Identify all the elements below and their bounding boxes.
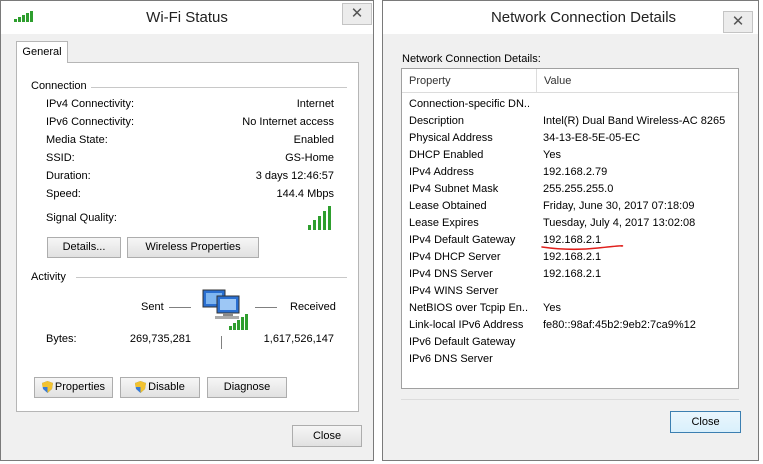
list-item[interactable]: Link-local IPv6 Address fe80::98af:45b2:9… xyxy=(402,317,738,334)
window-title: Wi-Fi Status xyxy=(146,9,228,26)
value-cell: 34-13-E8-5E-05-EC xyxy=(543,132,641,144)
property-cell: IPv4 Subnet Mask xyxy=(409,183,499,195)
property-cell: Lease Expires xyxy=(409,217,479,229)
column-header-property[interactable]: Property xyxy=(402,69,537,93)
ssid-label: SSID: xyxy=(46,152,75,164)
connection-divider xyxy=(91,87,347,88)
connection-group-label: Connection xyxy=(31,80,91,92)
network-details-titlebar: Network Connection Details ✕ xyxy=(383,1,758,34)
speed-label: Speed: xyxy=(46,188,81,200)
property-cell: IPv4 Default Gateway xyxy=(409,234,516,246)
details-button[interactable]: Details... xyxy=(47,237,121,258)
ipv6-connectivity-value: No Internet access xyxy=(242,116,334,128)
property-cell: Physical Address xyxy=(409,132,493,144)
network-computers-icon xyxy=(202,289,248,330)
value-cell: Tuesday, July 4, 2017 13:02:08 xyxy=(543,217,696,229)
value-cell: Friday, June 30, 2017 07:18:09 xyxy=(543,200,695,212)
property-cell: IPv4 Address xyxy=(409,166,474,178)
column-header-value-label: Value xyxy=(544,75,572,87)
tab-general[interactable]: General xyxy=(16,41,68,63)
property-cell: NetBIOS over Tcpip En... xyxy=(409,302,529,314)
property-cell: IPv4 WINS Server xyxy=(409,285,499,297)
bytes-received-value: 1,617,526,147 xyxy=(263,333,334,345)
duration-value: 3 days 12:46:57 xyxy=(255,170,334,182)
close-button[interactable]: Close xyxy=(670,411,741,433)
property-cell: IPv4 DNS Server xyxy=(409,268,493,280)
ipv4-connectivity-label: IPv4 Connectivity: xyxy=(46,98,135,110)
activity-divider xyxy=(76,277,347,278)
speed-value: 144.4 Mbps xyxy=(276,188,334,200)
close-button[interactable]: Close xyxy=(292,425,362,447)
wifi-status-window: Wi-Fi Status ✕ General Connection IPv4 C… xyxy=(0,0,374,461)
property-cell: Description xyxy=(409,115,465,127)
properties-button-label: Properties xyxy=(54,381,106,393)
property-cell: Lease Obtained xyxy=(409,200,487,212)
properties-button[interactable]: Properties xyxy=(34,377,113,398)
list-item[interactable]: IPv6 Default Gateway xyxy=(402,334,738,351)
value-cell: Intel(R) Dual Band Wireless-AC 8265 xyxy=(543,115,726,127)
property-cell: Connection-specific DN... xyxy=(409,98,529,110)
value-cell: 255.255.255.0 xyxy=(543,183,614,195)
sent-line xyxy=(169,307,191,308)
shield-icon xyxy=(41,381,53,394)
received-label: Received xyxy=(290,301,336,313)
signal-quality-label: Signal Quality: xyxy=(46,212,117,224)
ssid-value: GS-Home xyxy=(285,152,334,164)
media-state-value: Enabled xyxy=(293,134,334,146)
duration-label: Duration: xyxy=(46,170,91,182)
bytes-label: Bytes: xyxy=(46,333,77,345)
signal-quality-icon xyxy=(308,206,331,230)
wireless-properties-button[interactable]: Wireless Properties xyxy=(127,237,259,258)
close-icon[interactable]: ✕ xyxy=(723,11,753,33)
list-item[interactable]: IPv4 Subnet Mask 255.255.255.0 xyxy=(402,181,738,198)
property-cell: IPv4 DHCP Server xyxy=(409,251,501,263)
list-item[interactable]: NetBIOS over Tcpip En... Yes xyxy=(402,300,738,317)
activity-group-label: Activity xyxy=(31,271,70,283)
list-item[interactable]: IPv6 DNS Server xyxy=(402,351,738,368)
tab-general-label: General xyxy=(22,46,62,58)
column-header-value[interactable]: Value xyxy=(537,69,738,93)
value-cell: Yes xyxy=(543,302,561,314)
sent-label: Sent xyxy=(141,301,164,313)
column-header-property-label: Property xyxy=(409,75,451,87)
value-cell: 192.168.2.79 xyxy=(543,166,608,178)
media-state-label: Media State: xyxy=(46,134,108,146)
list-item[interactable]: Lease Expires Tuesday, July 4, 2017 13:02… xyxy=(402,215,738,232)
list-item[interactable]: DHCP Enabled Yes xyxy=(402,147,738,164)
list-item[interactable]: Description Intel(R) Dual Band Wireless-A… xyxy=(402,113,738,130)
list-item[interactable]: IPv4 WINS Server xyxy=(402,283,738,300)
disable-button-label: Disable xyxy=(148,381,185,393)
value-cell: 192.168.2.1 xyxy=(543,268,602,280)
wifi-status-titlebar: Wi-Fi Status ✕ xyxy=(1,1,373,34)
property-cell: IPv6 DNS Server xyxy=(409,353,493,365)
gateway-underline-annotation xyxy=(541,244,624,251)
diagnose-button[interactable]: Diagnose xyxy=(207,377,287,398)
network-details-window: Network Connection Details ✕ Network Con… xyxy=(382,0,759,461)
list-item[interactable]: Connection-specific DN... xyxy=(402,96,738,113)
value-cell: Yes xyxy=(543,149,561,161)
value-cell: fe80::98af:45b2:9eb2:7ca9%12 xyxy=(543,319,696,331)
footer-divider xyxy=(401,399,739,400)
ipv6-connectivity-label: IPv6 Connectivity: xyxy=(46,116,135,128)
disable-button[interactable]: Disable xyxy=(120,377,200,398)
details-section-label: Network Connection Details: xyxy=(402,53,541,65)
property-cell: DHCP Enabled xyxy=(409,149,484,161)
shield-icon xyxy=(135,381,147,394)
list-item[interactable]: Physical Address 34-13-E8-5E-05-EC xyxy=(402,130,738,147)
ipv4-connectivity-value: Internet xyxy=(296,98,334,110)
property-cell: IPv6 Default Gateway xyxy=(409,336,516,348)
list-item[interactable]: IPv4 DNS Server 192.168.2.1 xyxy=(402,266,738,283)
list-item[interactable]: Lease Obtained Friday, June 30, 2017 07:1… xyxy=(402,198,738,215)
bytes-separator xyxy=(221,336,222,349)
list-item[interactable]: IPv4 Address 192.168.2.79 xyxy=(402,164,738,181)
received-line xyxy=(255,307,277,308)
close-icon[interactable]: ✕ xyxy=(342,3,372,25)
property-cell: Link-local IPv6 Address xyxy=(409,319,524,331)
bytes-sent-value: 269,735,281 xyxy=(129,333,191,345)
details-list[interactable]: Property Value Connection-specific DN...… xyxy=(401,68,739,389)
window-title: Network Connection Details xyxy=(490,9,677,26)
